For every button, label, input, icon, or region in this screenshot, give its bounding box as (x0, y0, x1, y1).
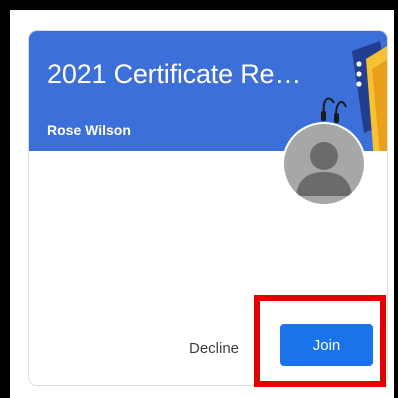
organizer-name: Rose Wilson (47, 122, 131, 138)
meeting-invite-card: 2021 Certificate Rene... Rose Wilson Dec… (28, 30, 388, 386)
more-vert-icon[interactable] (355, 59, 363, 89)
join-button[interactable]: Join (280, 324, 373, 366)
person-avatar-icon (282, 122, 366, 206)
decline-button[interactable]: Decline (189, 339, 239, 359)
meeting-title: 2021 Certificate Rene... (47, 59, 315, 89)
